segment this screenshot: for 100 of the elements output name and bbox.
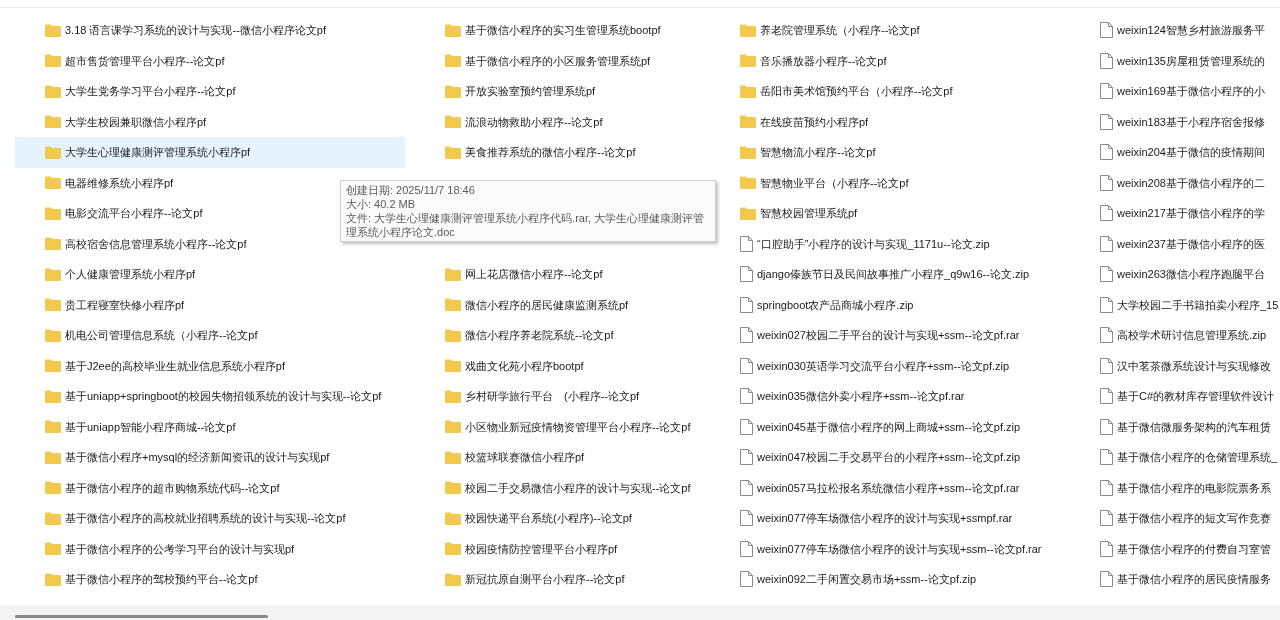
file-list-item[interactable]: weixin217基于微信小程序的学 — [1070, 198, 1265, 229]
file-list-item[interactable]: 电器维修系统小程序pf — [15, 167, 174, 198]
file-list-item[interactable]: weixin035微信外卖小程序+ssm--论文pf.rar — [710, 381, 965, 412]
file-name: weixin047校园二手交易平台的小程序+ssm--论文pf.zip — [757, 450, 1021, 465]
folder-icon — [45, 420, 61, 434]
scrollbar-thumb[interactable] — [15, 615, 268, 618]
file-name: 基于J2ee的高校毕业生就业信息系统小程序pf — [65, 358, 286, 374]
file-list-item[interactable]: 基于微信小程序的高校就业招聘系统的设计与实现--论文pf — [15, 503, 346, 534]
file-list-item[interactable]: 基于微信小程序的超市购物系统代码--论文pf — [15, 472, 280, 503]
file-list-item[interactable]: 小区物业新冠疫情物资管理平台小程序--论文pf — [415, 411, 691, 442]
file-list-item[interactable]: 音乐播放器小程序--论文pf — [710, 45, 887, 76]
file-list-item[interactable]: weixin237基于微信小程序的医 — [1070, 228, 1265, 259]
file-list-item[interactable]: 高校学术研讨信息管理系统.zip — [1070, 320, 1267, 351]
file-list-item[interactable]: weixin204基于微信的疫情期间 — [1070, 137, 1265, 168]
file-list-item[interactable]: 基于微信小程序的短文写作竞赛 — [1070, 503, 1271, 534]
file-list-item[interactable]: 岳阳市美术馆预约平台（小程序--论文pf — [710, 76, 953, 107]
file-name: 大学生校园兼职微信小程序pf — [65, 114, 207, 130]
file-list-item[interactable]: 戏曲文化苑小程序bootpf — [415, 350, 584, 381]
file-list-item[interactable]: weixin169基于微信小程序的小 — [1070, 76, 1265, 107]
file-icon — [740, 540, 753, 557]
folder-icon — [445, 84, 461, 98]
file-list-item[interactable]: 校篮球联赛微信小程序pf — [415, 442, 585, 473]
file-list-item[interactable]: 校园二手交易微信小程序的设计与实现--论文pf — [415, 472, 691, 503]
file-list-item[interactable]: 微信小程序的居民健康监测系统pf — [415, 289, 629, 320]
folder-icon — [445, 54, 461, 68]
file-list-item[interactable]: 养老院管理系统（小程序--论文pf — [710, 15, 920, 46]
file-list-item[interactable]: 高校宿舍信息管理系统小程序--论文pf — [15, 228, 247, 259]
file-list-item[interactable]: 个人健康管理系统小程序pf — [15, 259, 196, 290]
file-list-item[interactable]: 智慧物流小程序--论文pf — [710, 137, 876, 168]
file-list-item[interactable]: 汉中茗茶微系统设计与实现修改 — [1070, 350, 1271, 381]
file-list-item[interactable]: 新冠抗原自测平台小程序--论文pf — [415, 564, 625, 595]
file-list-item[interactable]: weixin077停车场微信小程序的设计与实现+ssmpf.rar — [710, 503, 1013, 534]
file-list-item[interactable]: 乡村研学旅行平台 (小程序--论文pf — [415, 381, 640, 412]
file-list-item[interactable]: 校园快递平台系统(小程序)--论文pf — [415, 503, 632, 534]
file-list-item[interactable]: 基于微信小程序+mysql的经济新闻资讯的设计与实现pf — [15, 442, 330, 473]
file-list-item[interactable]: 基于J2ee的高校毕业生就业信息系统小程序pf — [15, 350, 286, 381]
file-list-item[interactable]: 在线疫苗预约小程序pf — [710, 106, 869, 137]
file-list-item[interactable]: 智慧物业平台（小程序--论文pf — [710, 167, 909, 198]
file-name: weixin092二手闲置交易市场+ssm--论文pf.zip — [757, 572, 977, 587]
horizontal-scrollbar[interactable] — [0, 605, 1280, 620]
file-list-item[interactable]: django傣族节日及民间故事推广小程序_q9w16--论文.zip — [710, 259, 1029, 290]
file-list-item[interactable]: 3.18 语言课学习系统的设计与实现--微信小程序论文pf — [15, 15, 326, 46]
file-name: 3.18 语言课学习系统的设计与实现--微信小程序论文pf — [65, 23, 326, 38]
file-list-item[interactable]: 大学校园二手书籍拍卖小程序_15 — [1070, 289, 1279, 320]
file-list-item[interactable]: 基于微信小程序的实习生管理系统bootpf — [415, 15, 661, 46]
file-list-item[interactable]: weixin124智慧乡村旅游服务平 — [1070, 15, 1265, 46]
file-list-item[interactable]: weixin027校园二手平台的设计与实现+ssm--论文pf.rar — [710, 320, 1020, 351]
file-list-item[interactable]: 开放实验室预约管理系统pf — [415, 76, 596, 107]
folder-icon — [445, 481, 461, 495]
file-name: 基于uniapp+springboot的校园失物招领系统的设计与实现--论文pf — [65, 389, 382, 404]
file-list-item[interactable]: 校园疫情防控管理平台小程序pf — [415, 533, 618, 564]
file-list-item[interactable]: weixin135房屋租赁管理系统的 — [1070, 45, 1265, 76]
file-list-item[interactable]: 网上花店微信小程序--论文pf — [415, 259, 603, 290]
file-list-item[interactable]: springboot农产品商城小程序.zip — [710, 289, 914, 320]
file-list-item[interactable]: 基于微信小程序的电影院票务系 — [1070, 472, 1271, 503]
file-icon — [1100, 357, 1113, 374]
file-list-item[interactable]: 微信小程序养老院系统--论文pf — [415, 320, 614, 351]
file-list-item[interactable]: 贵工程寝室快修小程序pf — [15, 289, 185, 320]
file-list-item[interactable]: weixin057马拉松报名系统微信小程序+ssm--论文pf.rar — [710, 472, 1020, 503]
file-list-item[interactable]: 大学生党务学习平台小程序--论文pf — [15, 76, 236, 107]
file-list-item[interactable]: 智慧校园管理系统pf — [710, 198, 858, 229]
file-icon — [1100, 266, 1113, 283]
file-list-item[interactable]: 基于微信小程序的小区服务管理系统pf — [415, 45, 651, 76]
file-name: django傣族节日及民间故事推广小程序_q9w16--论文.zip — [757, 267, 1029, 282]
file-name: 个人健康管理系统小程序pf — [65, 267, 196, 282]
file-list-item[interactable]: 基于微信小程序的仓储管理系统_ — [1070, 442, 1278, 473]
file-list-item[interactable]: weixin030英语学习交流平台小程序+ssm--论文pf.zip — [710, 350, 1010, 381]
tooltip-line: 大小: 40.2 MB — [346, 197, 417, 211]
file-list-item[interactable]: 美食推荐系统的微信小程序--论文pf — [415, 137, 636, 168]
file-list-item[interactable]: 机电公司管理信息系统（小程序--论文pf — [15, 320, 258, 351]
file-list-item[interactable]: 基于微信小程序的公考学习平台的设计与实现pf — [15, 533, 295, 564]
file-list-item[interactable]: 基于C#的教材库存管理软件设计 — [1070, 381, 1275, 412]
file-list-item[interactable]: weixin208基于微信小程序的二 — [1070, 167, 1265, 198]
file-list-item[interactable]: 基于微信小程序的居民疫情服务 — [1070, 564, 1271, 595]
file-list-item[interactable]: 基于uniapp智能小程序商城--论文pf — [15, 411, 236, 442]
file-icon — [1100, 388, 1113, 405]
file-name: 超市售货管理平台小程序--论文pf — [65, 53, 225, 69]
file-list-item[interactable]: 基于微信小程序的驾校预约平台--论文pf — [15, 564, 258, 595]
file-list-item[interactable]: weixin092二手闲置交易市场+ssm--论文pf.zip — [710, 564, 977, 595]
file-list-item[interactable]: weixin183基于小程序宿舍报修 — [1070, 106, 1265, 137]
file-list-item[interactable]: 大学生校园兼职微信小程序pf — [15, 106, 207, 137]
folder-icon — [445, 328, 461, 342]
file-list-item[interactable]: 大学生心理健康测评管理系统小程序pf — [15, 137, 405, 168]
file-name: 校园二手交易微信小程序的设计与实现--论文pf — [465, 480, 691, 496]
file-name: 小区物业新冠疫情物资管理平台小程序--论文pf — [465, 419, 691, 435]
folder-icon — [45, 206, 61, 220]
file-list-item[interactable]: 流浪动物救助小程序--论文pf — [415, 106, 603, 137]
file-list-item[interactable]: 超市售货管理平台小程序--论文pf — [15, 45, 225, 76]
file-list-item[interactable]: “口腔助手”小程序的设计与实现_1171u--论文.zip — [710, 228, 990, 259]
file-list-item[interactable]: 基于微信微服务架构的汽车租赁 — [1070, 411, 1271, 442]
file-list-item[interactable]: 基于uniapp+springboot的校园失物招领系统的设计与实现--论文pf — [15, 381, 382, 412]
file-list-item[interactable]: 基于微信小程序的付费自习室管 — [1070, 533, 1271, 564]
file-name: weixin237基于微信小程序的医 — [1117, 236, 1265, 252]
file-list-item[interactable]: weixin077停车场微信小程序的设计与实现+ssm--论文pf.rar — [710, 533, 1042, 564]
file-list-item[interactable]: weixin045基于微信小程序的网上商城+ssm--论文pf.zip — [710, 411, 1021, 442]
file-list-item[interactable]: weixin047校园二手交易平台的小程序+ssm--论文pf.zip — [710, 442, 1021, 473]
file-list-item[interactable]: weixin263微信小程序跑腿平台 — [1070, 259, 1265, 290]
file-list-item[interactable]: 电影交流平台小程序--论文pf — [15, 198, 203, 229]
file-icon — [1100, 174, 1113, 191]
file-name: 微信小程序养老院系统--论文pf — [465, 328, 614, 343]
